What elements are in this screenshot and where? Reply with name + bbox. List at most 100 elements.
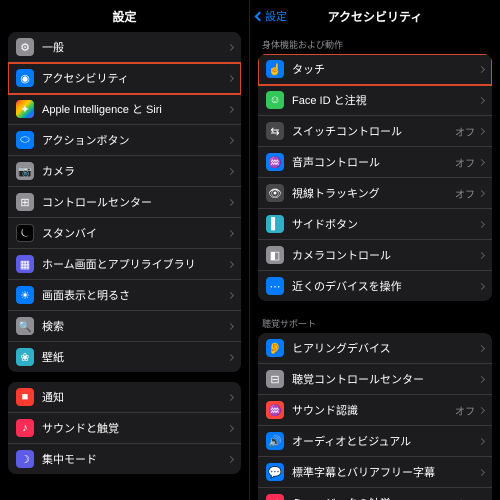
chevron-right-icon [478,437,485,444]
notifications-icon: ■ [16,388,34,406]
chevron-right-icon [227,322,234,329]
row-label: スイッチコントロール [292,123,455,139]
row-label: コントロールセンター [42,194,228,210]
chevron-right-icon [478,251,485,258]
chevron-right-icon [478,158,485,165]
row-label: 壁紙 [42,349,228,365]
list-row[interactable]: ♒音声コントロールオフ [258,147,492,178]
list-row[interactable]: ❀ 壁紙 [8,342,241,372]
chevron-right-icon [227,74,234,81]
row-label: カメラコントロール [292,247,479,263]
accessibility-group: 👂ヒアリングデバイス⊟聴覚コントロールセンター♒サウンド認識オフ🔊オーディオとビ… [258,333,492,500]
hearing-control-icon: ⊟ [266,370,284,388]
chevron-right-icon [478,65,485,72]
row-label: 近くのデバイスを操作 [292,278,479,294]
chevron-right-icon [227,455,234,462]
list-row[interactable]: ◧ カメラコントロール [258,240,492,271]
row-label: カメラ [42,163,228,179]
row-value: オフ [455,186,475,201]
list-row[interactable]: ▌サイドボタン [258,209,492,240]
list-row[interactable]: ⏾ スタンバイ [8,218,241,249]
audio-visual-icon: 🔊 [266,432,284,450]
list-row[interactable]: ♫ ミュージックの触覚オフ [258,488,492,500]
row-label: 通知 [42,389,228,405]
chevron-right-icon [227,291,234,298]
settings-panel: 設定 ⚙一般 ◉ アクセシビリティ ✦ Apple Intelligence と Sir… [0,0,250,500]
row-label: タッチ [292,61,479,77]
voice-control-icon: ♒ [266,153,284,171]
chevron-right-icon [478,406,485,413]
row-label: アクセシビリティ [42,70,228,86]
row-label: ミュージックの触覚 [292,495,455,500]
settings-list-scroll[interactable]: ⚙一般 ◉ アクセシビリティ ✦ Apple Intelligence と Siri ⬭ア… [0,32,249,500]
back-button[interactable]: 設定 [256,8,287,24]
list-row[interactable]: ⚙一般 [8,32,241,63]
list-row[interactable]: 📷カメラ [8,156,241,187]
list-row[interactable]: ⇆ スイッチコントロールオフ [258,116,492,147]
chevron-right-icon [478,189,485,196]
settings-group: ■ 通知 ♪ サウンドと触覚 ☽集中モード [8,382,241,474]
row-label: 検索 [42,318,228,334]
list-row[interactable]: ⬭アクションボタン [8,125,241,156]
row-value: オフ [455,124,475,139]
row-label: サイドボタン [292,216,479,232]
chevron-right-icon [227,167,234,174]
settings-group: ⚙一般 ◉ アクセシビリティ ✦ Apple Intelligence と Siri ⬭ア… [8,32,241,372]
list-row[interactable]: ⊞コントロールセンター [8,187,241,218]
accessibility-title: アクセシビリティ [328,8,423,25]
list-row[interactable]: ◉ アクセシビリティ [8,63,241,94]
chevron-right-icon [227,424,234,431]
list-row[interactable]: ☺Face ID と注視 [258,85,492,116]
chevron-right-icon [227,43,234,50]
home-screen-icon: ▦ [16,255,34,273]
back-label: 設定 [265,8,287,24]
accessibility-icon: ◉ [16,69,34,87]
list-row[interactable]: 👂ヒアリングデバイス [258,333,492,364]
row-label: ヒアリングデバイス [292,340,479,356]
row-value: オフ [455,403,475,418]
chevron-right-icon [478,220,485,227]
row-label: 音声コントロール [292,154,455,170]
list-row[interactable]: ■ 通知 [8,382,241,413]
list-row[interactable]: ⋯近くのデバイスを操作 [258,271,492,301]
chevron-right-icon [478,375,485,382]
switch-control-icon: ⇆ [266,122,284,140]
row-value: オフ [455,496,475,500]
list-row[interactable]: 👁視線トラッキングオフ [258,178,492,209]
list-row[interactable]: 🔊オーディオとビジュアル [258,426,492,457]
intelligence-icon: ✦ [16,100,34,118]
list-row[interactable]: ♪ サウンドと触覚 [8,413,241,444]
list-row[interactable]: 🔍 検索 [8,311,241,342]
row-label: サウンドと触覚 [42,420,228,436]
section-label: 身体機能および動作 [250,32,500,54]
wallpaper-icon: ❀ [16,348,34,366]
action-button-icon: ⬭ [16,131,34,149]
music-haptics-icon: ♫ [266,494,284,500]
sounds-icon: ♪ [16,419,34,437]
chevron-right-icon [478,96,485,103]
list-row[interactable]: ⊟聴覚コントロールセンター [258,364,492,395]
chevron-right-icon [227,393,234,400]
list-row[interactable]: ♒サウンド認識オフ [258,395,492,426]
camera-control-icon: ◧ [266,246,284,264]
chevron-right-icon [227,229,234,236]
list-row[interactable]: ☝タッチ [258,54,492,85]
row-label: スタンバイ [42,225,228,241]
list-row[interactable]: ☀画面表示と明るさ [8,280,241,311]
settings-title: 設定 [112,8,136,25]
standby-icon: ⏾ [16,224,34,242]
list-row[interactable]: ▦ホーム画面とアプリライブラリ [8,249,241,280]
accessibility-list-scroll[interactable]: 身体機能および動作☝タッチ☺Face ID と注視⇆スイッチコントロールオフ♒音… [250,32,500,500]
row-label: Apple Intelligence と Siri [42,101,228,117]
list-row[interactable]: ☽集中モード [8,444,241,474]
list-row[interactable]: 💬標準字幕とバリアフリー字幕 [258,457,492,488]
chevron-right-icon [227,260,234,267]
row-label: 視線トラッキング [292,185,455,201]
chevron-right-icon [478,127,485,134]
search-icon: 🔍 [16,317,34,335]
row-label: Face ID と注視 [292,92,479,108]
section-label: 聴覚サポート [250,311,500,333]
list-row[interactable]: ✦ Apple Intelligence と Siri [8,94,241,125]
display-icon: ☀ [16,286,34,304]
focus-icon: ☽ [16,450,34,468]
